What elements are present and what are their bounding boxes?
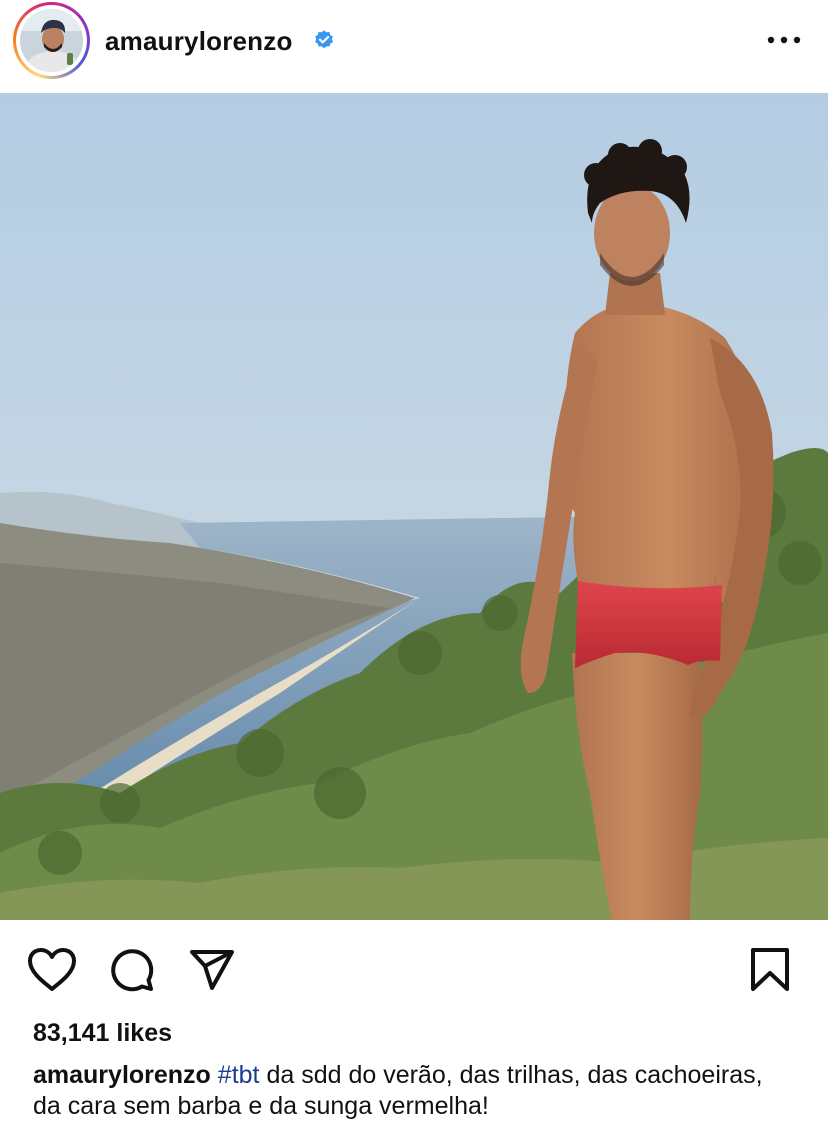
bookmark-icon	[751, 948, 789, 991]
comment-button[interactable]	[108, 946, 156, 994]
heart-icon	[28, 948, 76, 991]
avatar-image	[20, 9, 83, 72]
paper-plane-icon	[190, 950, 234, 990]
post-image	[0, 93, 828, 920]
story-ring[interactable]	[13, 2, 90, 79]
caption-hashtag[interactable]: #tbt	[218, 1061, 260, 1089]
caption-username[interactable]: amaurylorenzo	[33, 1061, 211, 1089]
post-photo[interactable]	[0, 93, 828, 920]
more-options-button[interactable]	[762, 24, 806, 56]
verified-badge-icon	[315, 30, 334, 49]
likes-count[interactable]: 83,141 likes	[33, 1019, 172, 1048]
post-header: amaurylorenzo	[0, 0, 828, 92]
post-username[interactable]: amaurylorenzo	[105, 26, 293, 57]
avatar[interactable]	[20, 9, 83, 72]
like-button[interactable]	[26, 946, 78, 994]
save-button[interactable]	[748, 946, 792, 994]
comment-bubble-icon	[111, 949, 154, 992]
more-horizontal-icon	[767, 36, 801, 44]
share-button[interactable]	[188, 946, 236, 994]
post-caption: amaurylorenzo #tbt da sdd do verão, das …	[33, 1060, 773, 1122]
